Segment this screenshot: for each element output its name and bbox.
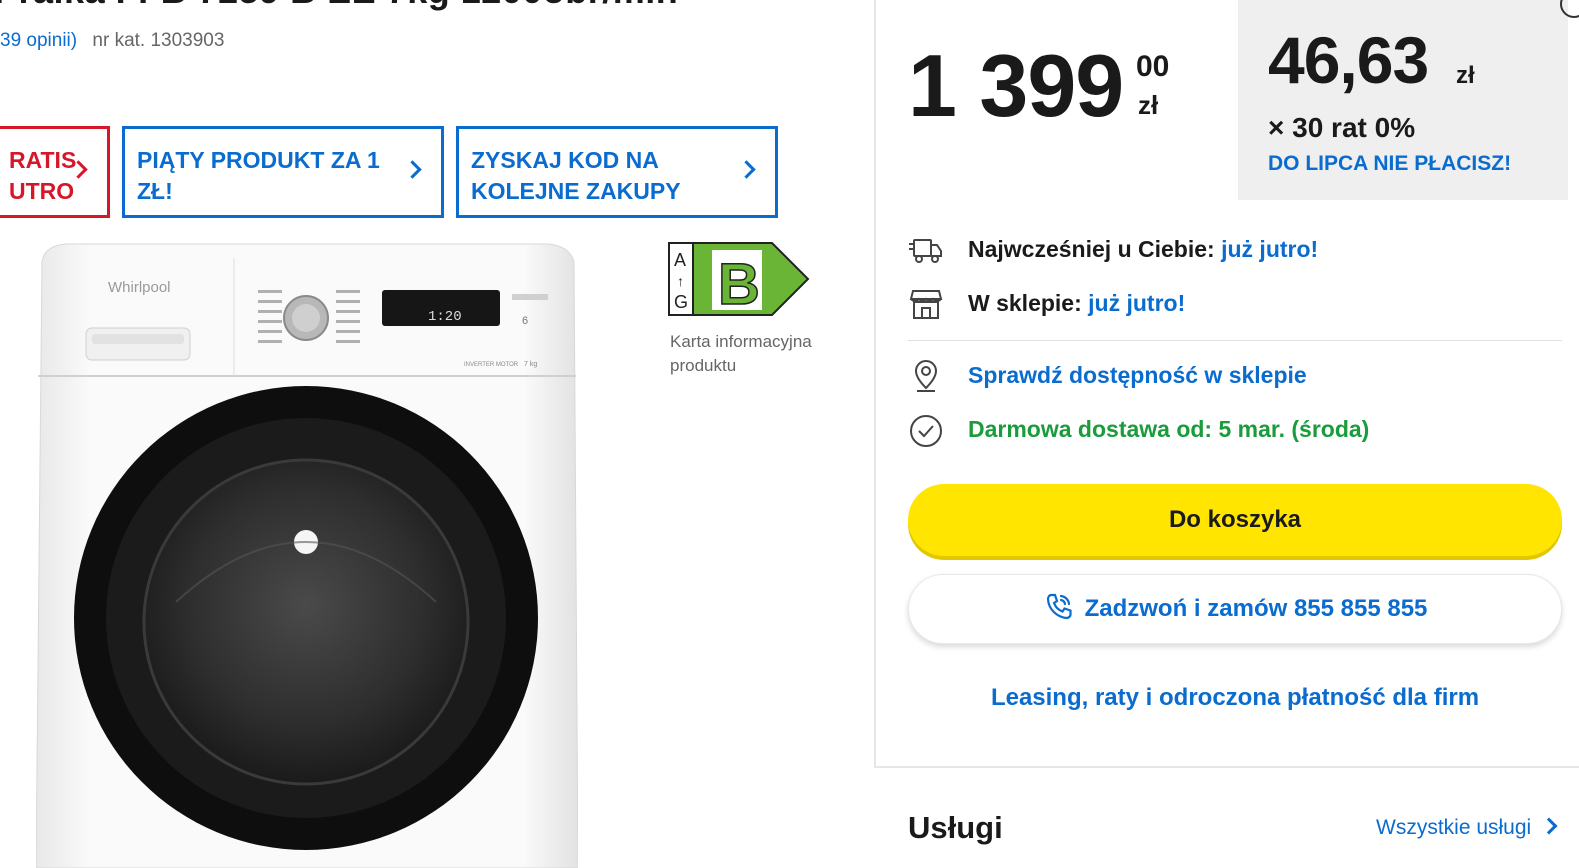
installment-rate: × 30 rat 0% (1268, 112, 1416, 143)
product-image[interactable]: Whirlpool 1:20 6 INVERTER MOTOR 7 kg (36, 242, 578, 868)
washing-machine-illustration: Whirlpool 1:20 6 INVERTER MOTOR 7 kg (36, 243, 578, 868)
courier-label: Najwcześniej u Ciebie: (968, 236, 1215, 262)
energy-class: B (718, 252, 760, 317)
promo-line: PIĄTY PRODUKT ZA 1 (137, 147, 380, 173)
installment-note[interactable]: DO LIPCA NIE PŁACISZ! (1268, 152, 1511, 176)
location-pin-icon (914, 360, 938, 392)
chevron-right-icon (1540, 817, 1558, 835)
panel-divider (874, 0, 876, 768)
catalog-number: nr kat. 1303903 (92, 30, 225, 51)
store-label: W sklepie: (968, 290, 1082, 316)
promo-line: UTRO (9, 178, 75, 204)
installment-currency: zł (1456, 62, 1475, 89)
store-value: już jutro! (1088, 290, 1186, 316)
brand-logo: Whirlpool (108, 279, 171, 296)
all-services-label: Wszystkie usługi (1376, 816, 1532, 839)
energy-caption-line: Karta informacyjna (670, 332, 812, 351)
price-cents: 00 (1136, 50, 1170, 83)
product-meta: 39 opinii) nr kat. 1303903 (0, 30, 224, 52)
call-to-order-button[interactable]: Zadzwoń i zamów 855 855 855 (908, 574, 1562, 644)
reviews-link[interactable]: 39 opinii) (0, 30, 77, 51)
services-heading: Usługi (908, 810, 1003, 845)
promo-discount-code[interactable]: ZYSKAJ KOD NA KOLEJNE ZAKUPY (456, 126, 778, 218)
promo-free-delivery[interactable]: RATIS UTRO (0, 126, 110, 218)
installment-amount: 46,63 (1268, 23, 1429, 97)
price-main: 1 399 (908, 36, 1124, 135)
call-button-label: Zadzwoń i zamów 855 855 855 (1084, 595, 1428, 622)
leasing-link[interactable]: Leasing, raty i odroczona płatność dla f… (908, 684, 1562, 712)
check-circle-icon (910, 415, 942, 447)
courier-value: już jutro! (1221, 236, 1319, 262)
promo-line: KOLEJNE ZAKUPY (471, 178, 681, 204)
energy-label[interactable]: A ↑ G B (668, 242, 810, 318)
all-services-link[interactable]: Wszystkie usługi (1376, 816, 1558, 840)
delivery-separator (908, 340, 1562, 341)
panel-divider (874, 766, 1579, 768)
phone-icon (1046, 593, 1072, 619)
installments-box[interactable]: 46,63 zł × 30 rat 0% DO LIPCA NIE PŁACIS… (1238, 0, 1568, 200)
energy-scale-top: A (674, 250, 686, 270)
free-delivery-text: Darmowa dostawa od: 5 mar. (środa) (968, 416, 1370, 442)
add-to-cart-button[interactable]: Do koszyka (908, 484, 1562, 556)
availability-link[interactable]: Sprawdź dostępność w sklepie (968, 362, 1307, 389)
energy-caption-line: produktu (670, 356, 737, 375)
motor-label: INVERTER MOTOR (464, 362, 519, 368)
store-icon (909, 290, 943, 319)
svg-text:↑: ↑ (677, 273, 684, 289)
promo-line: ZYSKAJ KOD NA (471, 147, 659, 173)
price-currency: zł (1138, 90, 1159, 120)
product-title: Pralka FFB 7259 B EE 7kg 1200obr/min (0, 0, 678, 12)
truck-icon (909, 239, 942, 263)
energy-scale-bottom: G (674, 292, 688, 312)
promo-line: ZŁ! (137, 178, 173, 204)
energy-class-icon: A ↑ G B (668, 242, 810, 318)
capacity-label: 7 kg (524, 361, 537, 368)
energy-info-link[interactable]: Karta informacyjna produktu (670, 330, 840, 378)
svg-text:6: 6 (522, 315, 528, 327)
promo-fifth-product[interactable]: PIĄTY PRODUKT ZA 1 ZŁ! (122, 126, 444, 218)
promo-line: RATIS (9, 147, 77, 173)
display-time: 1:20 (428, 309, 462, 325)
